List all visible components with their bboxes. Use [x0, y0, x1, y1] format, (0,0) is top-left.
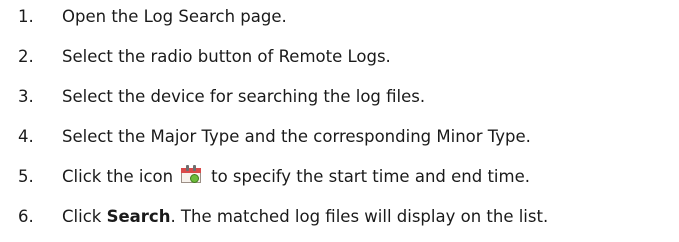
search-keyword: Search [106, 207, 171, 226]
step-number: 4. [18, 127, 34, 146]
step-text: Click Search. The matched log files will… [62, 202, 548, 232]
step-number: 1. [18, 7, 34, 26]
step-number: 5. [18, 167, 34, 186]
calendar-clock-icon [181, 165, 202, 183]
step-text-before-bold: Click [62, 207, 107, 226]
step-text: Select the Major Type and the correspond… [62, 127, 531, 146]
step-text: Select the device for searching the log … [62, 87, 426, 106]
step-text: Open the Log Search page. [62, 7, 287, 26]
instruction-steps: 1. Open the Log Search page. 2. Select t… [0, 0, 679, 242]
step-number: 2. [18, 47, 34, 66]
step-text-after-bold: . The matched log files will display on … [170, 207, 549, 226]
step-text-after-icon: to specify the start time and end time. [211, 167, 530, 186]
step-text: Select the radio button of Remote Logs. [62, 47, 391, 66]
step-text: Click the icon to specify the start time … [62, 162, 530, 192]
step-number: 6. [18, 207, 34, 226]
step-text-before-icon: Click the icon [62, 167, 174, 186]
step-number: 3. [18, 87, 34, 106]
